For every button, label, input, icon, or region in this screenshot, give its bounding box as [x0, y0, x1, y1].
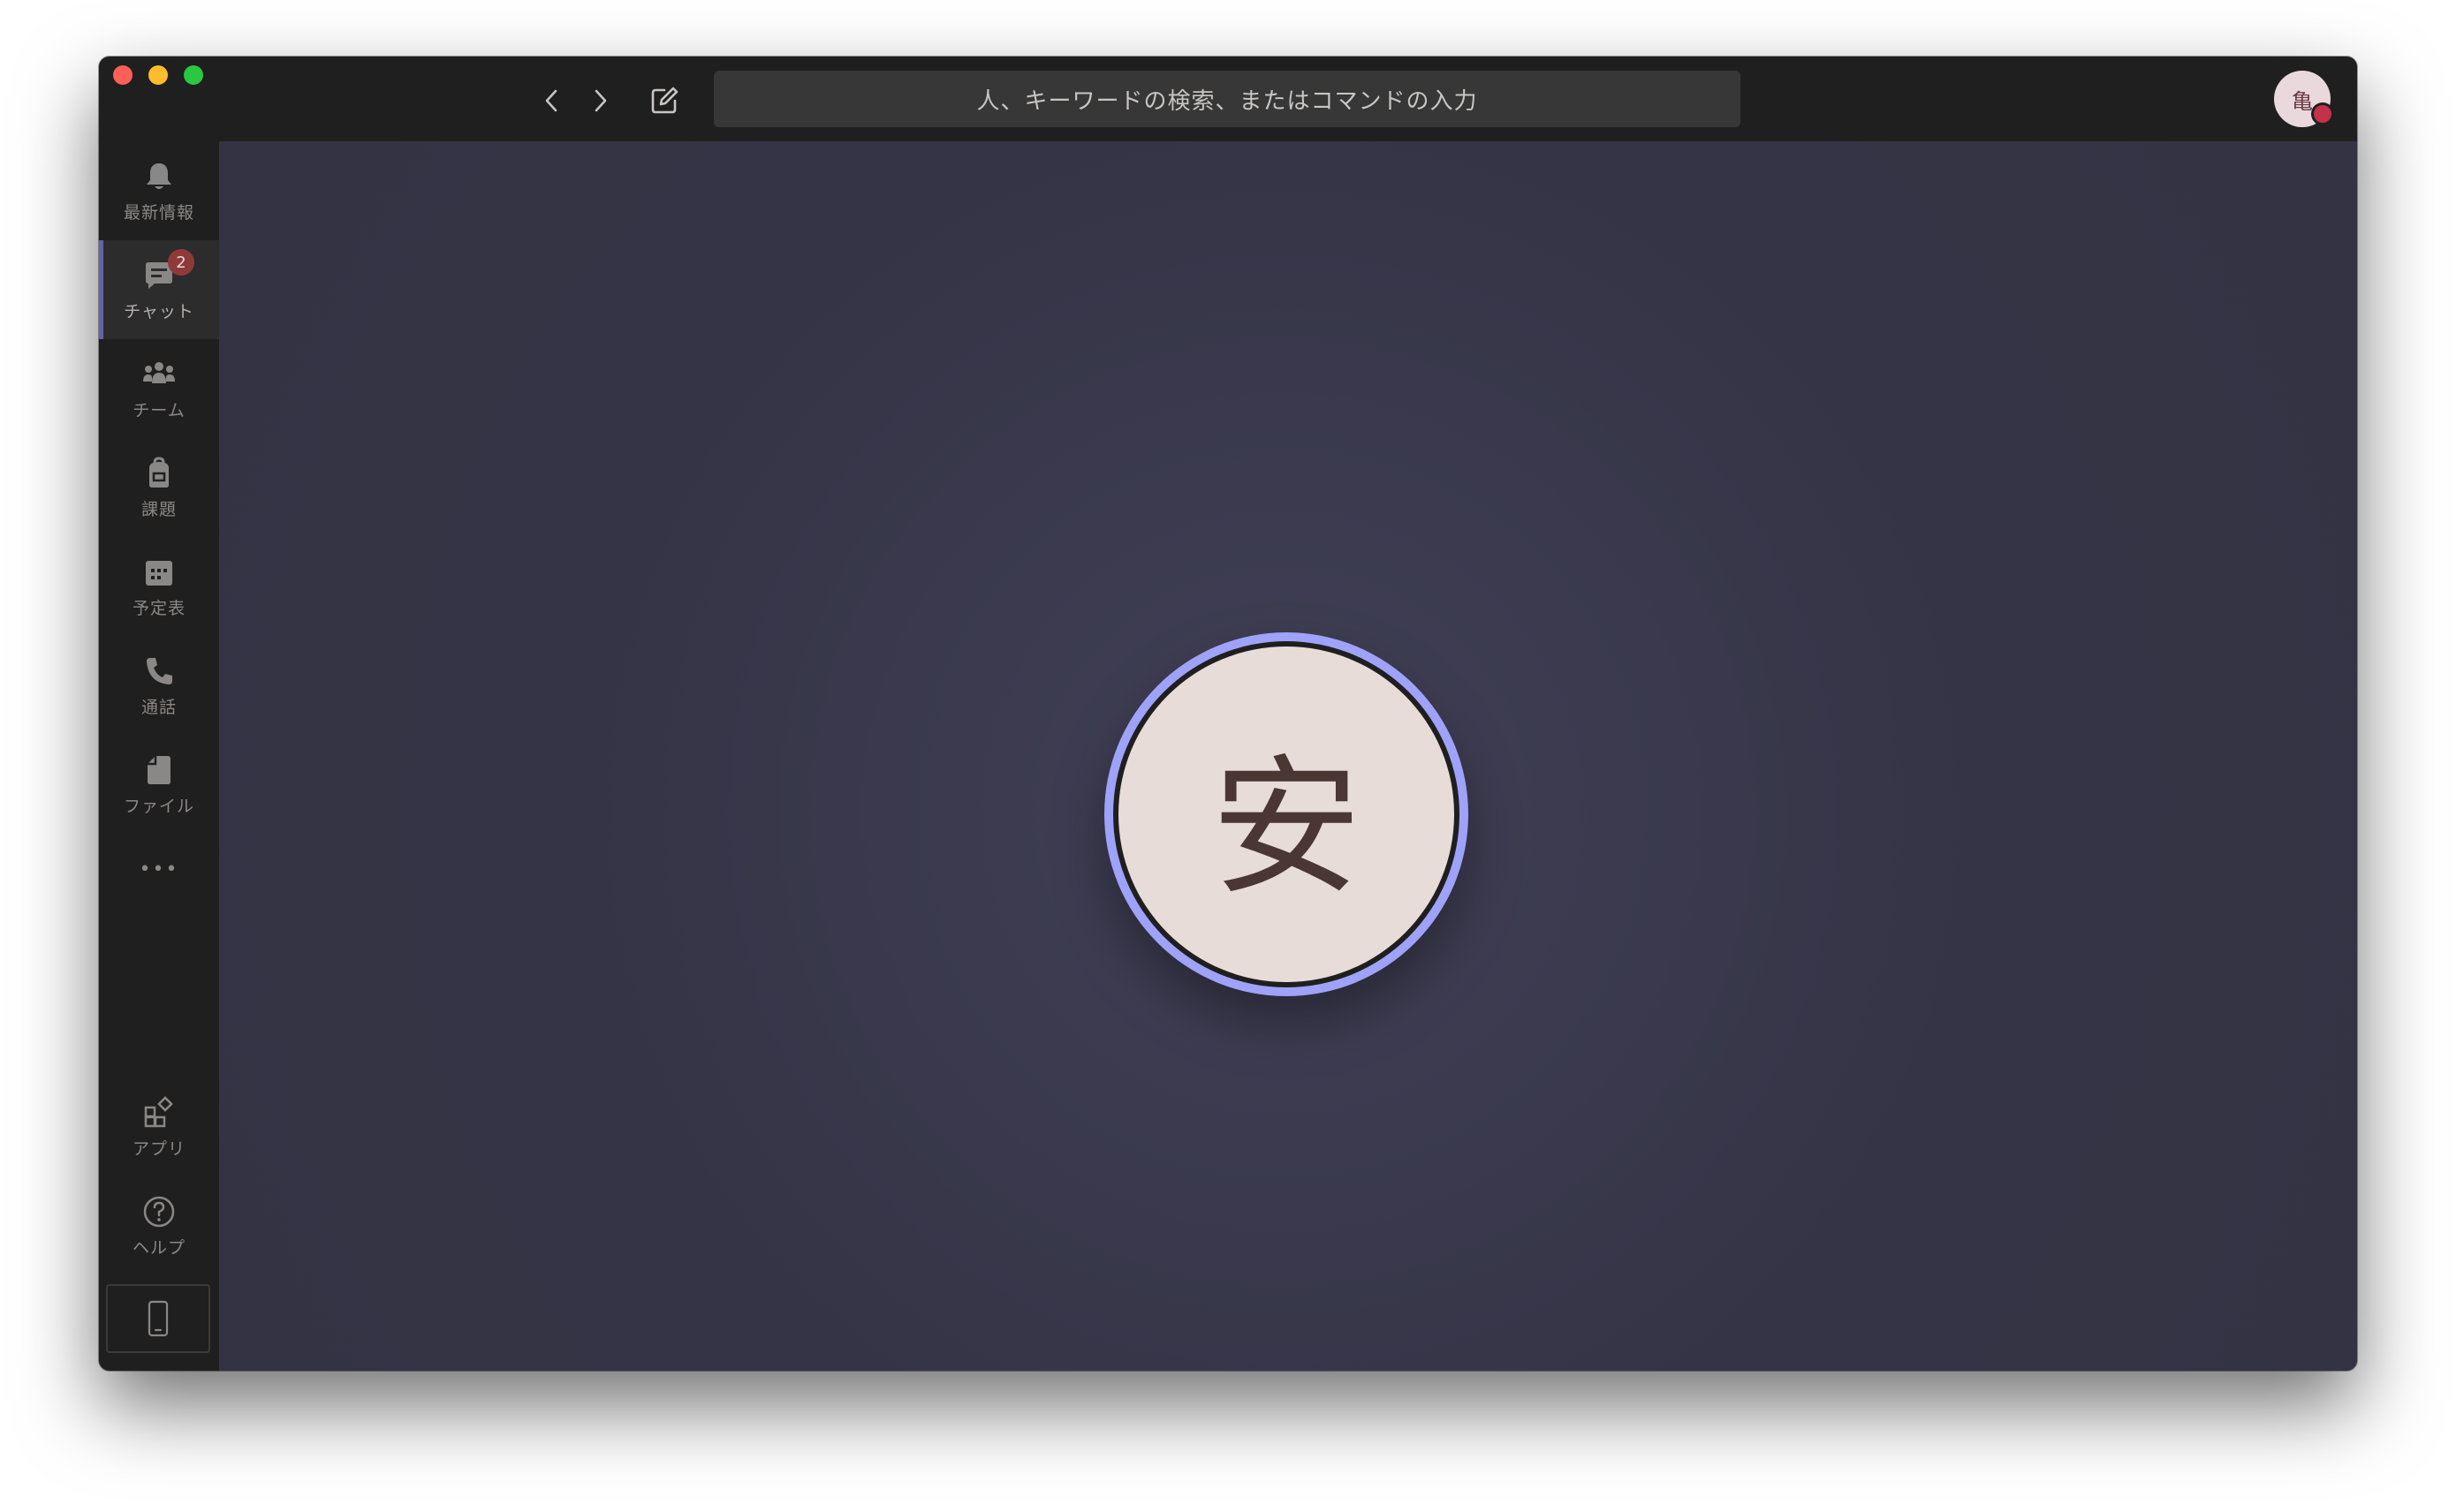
- rail-item-assignments[interactable]: 課題: [99, 438, 219, 537]
- rail-label-calls: 通話: [140, 697, 177, 717]
- chat-unread-badge: 2: [168, 249, 194, 276]
- phone-icon: [147, 657, 172, 684]
- presence-status-badge: [2311, 102, 2334, 125]
- rail-label-activity: 最新情報: [123, 202, 194, 223]
- apps-icon: [144, 1095, 173, 1127]
- window-maximize-button[interactable]: [184, 65, 203, 85]
- rail-label-apps: アプリ: [132, 1138, 186, 1159]
- rail-item-help[interactable]: ヘルプ: [99, 1176, 219, 1275]
- rail-item-teams[interactable]: チーム: [99, 339, 219, 438]
- rail-item-apps[interactable]: アプリ: [99, 1077, 219, 1176]
- app-window: 人、キーワードの検索、またはコマンドの入力 亀 最新情報 2 チャット チーム …: [99, 57, 2357, 1371]
- chevron-left-icon: [545, 89, 557, 112]
- caller-initial: 安: [1210, 741, 1361, 916]
- window-minimize-button[interactable]: [148, 65, 168, 85]
- search-placeholder: 人、キーワードの検索、またはコマンドの入力: [976, 87, 1478, 115]
- mobile-phone-icon: [148, 1300, 169, 1337]
- rail-item-calendar[interactable]: 予定表: [99, 537, 219, 636]
- caller-avatar: 安: [1118, 646, 1454, 982]
- more-apps-button[interactable]: •••: [99, 834, 219, 904]
- caller-avatar-ring: 安: [1104, 632, 1468, 996]
- file-icon: [148, 755, 171, 784]
- rail-label-calendar: 予定表: [132, 598, 186, 618]
- active-indicator: [99, 240, 103, 339]
- rail-label-help: ヘルプ: [132, 1237, 186, 1258]
- rail-label-files: ファイル: [123, 796, 194, 816]
- new-chat-button[interactable]: [645, 81, 684, 120]
- rail-item-calls[interactable]: 通話: [99, 636, 219, 735]
- backpack-icon: [149, 456, 169, 488]
- rail-label-assignments: 課題: [140, 499, 177, 519]
- call-stage: 安: [219, 141, 2357, 1371]
- rail-label-teams: チーム: [133, 400, 186, 420]
- profile-initial: 亀: [2292, 88, 2313, 114]
- more-icon: •••: [139, 858, 179, 881]
- search-input[interactable]: 人、キーワードの検索、またはコマンドの入力: [714, 71, 1740, 127]
- caller-avatar-border: 安: [1113, 641, 1459, 987]
- title-bar: 人、キーワードの検索、またはコマンドの入力 亀: [99, 57, 2357, 141]
- help-icon: [143, 1196, 175, 1227]
- compose-icon: [651, 87, 678, 114]
- mobile-download-button[interactable]: [106, 1284, 210, 1353]
- chevron-right-icon: [595, 89, 607, 112]
- window-close-button[interactable]: [113, 65, 133, 85]
- rail-item-chat[interactable]: 2 チャット: [99, 240, 219, 339]
- app-rail: 最新情報 2 チャット チーム 課題 予定表 通話 ファイル ••• アプリ ヘ…: [99, 141, 219, 1371]
- rail-item-activity[interactable]: 最新情報: [99, 141, 219, 240]
- teams-icon: [143, 361, 175, 383]
- calendar-icon: [146, 560, 172, 586]
- profile-avatar[interactable]: 亀: [2274, 71, 2334, 127]
- rail-label-chat: チャット: [124, 301, 194, 321]
- rail-item-files[interactable]: ファイル: [99, 735, 219, 834]
- forward-button[interactable]: [581, 81, 620, 120]
- back-button[interactable]: [532, 81, 571, 120]
- bell-icon: [147, 163, 171, 189]
